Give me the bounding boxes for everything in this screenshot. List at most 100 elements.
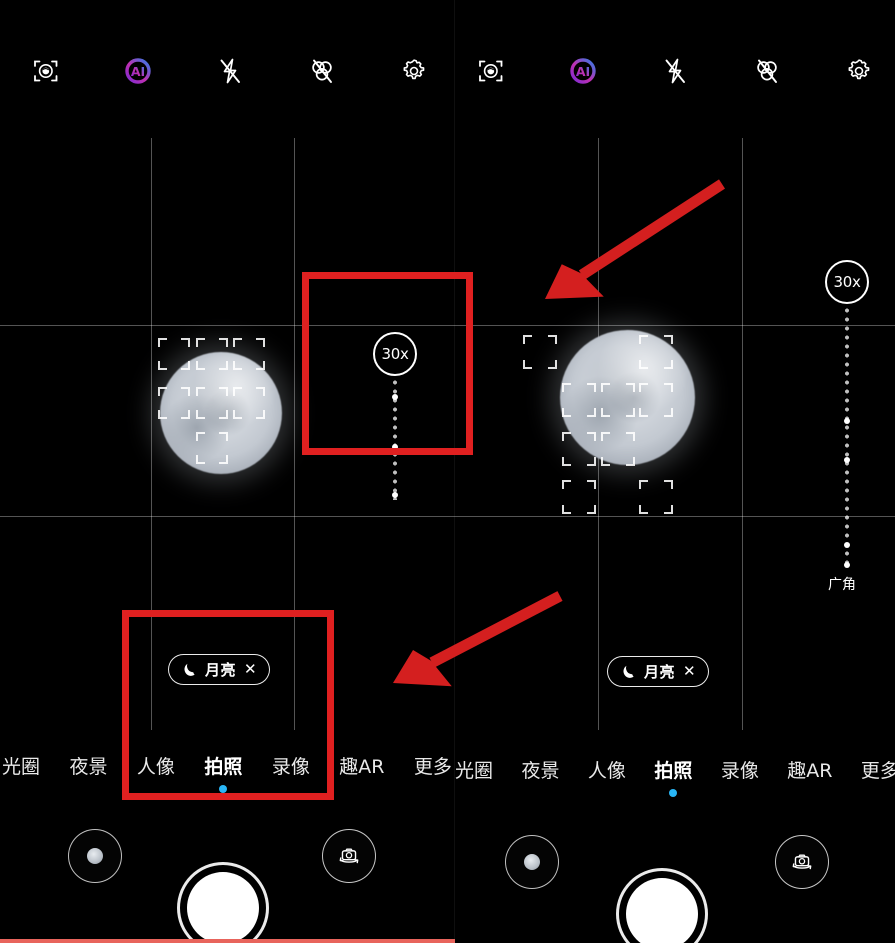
focus-bracket (601, 432, 635, 466)
focus-bracket (196, 387, 228, 419)
mode-tab-2[interactable]: 人像 (586, 756, 628, 783)
zoom-level-value: 30x (833, 273, 861, 291)
focus-bracket (562, 480, 596, 514)
focus-bracket (562, 432, 596, 466)
mode-tab-5[interactable]: 趣AR (337, 752, 386, 779)
active-mode-dot (219, 785, 228, 793)
focus-bracket (639, 335, 673, 369)
zoom-level-bubble[interactable]: 30x (373, 332, 417, 376)
zoom-tick (392, 444, 398, 450)
mode-tab-0[interactable]: 光圈 (0, 752, 42, 779)
active-mode-dot (669, 789, 678, 797)
shutter-core (626, 878, 698, 943)
mode-tab-6[interactable]: 更多 (412, 752, 454, 779)
zoom-tick (844, 418, 850, 424)
zoom-level-value: 30x (381, 345, 409, 363)
mode-label: 夜景 (69, 756, 108, 778)
bottom-red-strip (0, 939, 455, 943)
settings-button[interactable] (813, 48, 895, 94)
smart-capture-icon (34, 60, 58, 82)
flash-off-icon (220, 58, 240, 84)
camera-toolbar-right: AI (455, 48, 895, 94)
gallery-thumbnail-button[interactable] (68, 829, 122, 883)
mode-label: 光圈 (2, 756, 41, 778)
ai-toggle-button[interactable]: AI (92, 48, 184, 94)
panel-divider (454, 0, 455, 943)
ai-icon: AI (125, 58, 151, 84)
close-icon[interactable]: ✕ (683, 664, 696, 679)
settings-button[interactable] (368, 48, 455, 94)
mode-tab-0[interactable]: 光圈 (455, 756, 495, 783)
mode-tab-3[interactable]: 拍照 (202, 752, 244, 793)
gear-icon (848, 59, 870, 80)
grid-line-vertical-2 (742, 138, 743, 730)
filter-off-icon (757, 59, 777, 83)
mode-tab-2[interactable]: 人像 (135, 752, 177, 779)
mode-tab-1[interactable]: 夜景 (519, 756, 561, 783)
smart-capture-icon (479, 60, 503, 82)
mode-label: 趣AR (339, 756, 385, 778)
flip-camera-icon (339, 848, 359, 864)
grid-line-horizontal-1 (455, 325, 895, 326)
close-icon[interactable]: ✕ (244, 662, 257, 677)
scene-pill-label: 月亮 (644, 663, 676, 681)
focus-bracket (196, 432, 228, 464)
svg-text:AI: AI (131, 64, 145, 79)
mode-tab-4[interactable]: 录像 (270, 752, 312, 779)
mode-tab-1[interactable]: 夜景 (67, 752, 109, 779)
screenshot-canvas: AI 30x 月亮 ✕ 光圈 夜景 人像 拍照 录像 趣AR 更多 AI 30x… (0, 0, 895, 943)
shutter-core (187, 872, 259, 943)
camera-toolbar-left: AI (0, 48, 455, 94)
scene-pill-moon[interactable]: 月亮 ✕ (168, 654, 270, 685)
gear-icon (403, 59, 425, 80)
grid-line-horizontal-1 (0, 325, 455, 326)
mode-label: 拍照 (204, 756, 243, 778)
smart-capture-button[interactable] (0, 48, 92, 94)
zoom-tick (844, 457, 850, 463)
mode-label: 更多 (860, 760, 895, 782)
flip-camera-button[interactable] (775, 835, 829, 889)
mode-strip-left[interactable]: 光圈 夜景 人像 拍照 录像 趣AR 更多 (0, 752, 455, 793)
mode-label: 拍照 (654, 760, 693, 782)
focus-bracket (601, 383, 635, 417)
mode-tab-6[interactable]: 更多 (859, 756, 895, 783)
moon-icon (184, 663, 195, 676)
flash-off-button[interactable] (184, 48, 276, 94)
zoom-wide-label[interactable]: 广角 (828, 574, 856, 594)
grid-line-horizontal-2 (455, 516, 895, 517)
mode-label: 光圈 (455, 760, 494, 782)
zoom-level-bubble[interactable]: 30x (825, 260, 869, 304)
scene-pill-moon[interactable]: 月亮 ✕ (607, 656, 709, 687)
focus-bracket (639, 480, 673, 514)
mode-tab-3[interactable]: 拍照 (652, 756, 694, 797)
mode-label: 人像 (587, 760, 626, 782)
mode-tab-4[interactable]: 录像 (719, 756, 761, 783)
gallery-thumbnail-image (87, 848, 103, 864)
shutter-button[interactable] (616, 868, 708, 943)
flip-camera-button[interactable] (322, 829, 376, 883)
focus-bracket (233, 387, 265, 419)
ai-toggle-button[interactable]: AI (537, 48, 629, 94)
filter-off-button[interactable] (721, 48, 813, 94)
focus-bracket (158, 387, 190, 419)
mode-tab-5[interactable]: 趣AR (785, 756, 834, 783)
flip-camera-icon (792, 854, 812, 870)
smart-capture-button[interactable] (455, 48, 537, 94)
shutter-button[interactable] (177, 862, 269, 943)
zoom-tick (392, 394, 398, 400)
flash-off-button[interactable] (629, 48, 721, 94)
grid-line-vertical-2 (294, 138, 295, 730)
grid-line-horizontal-2 (0, 516, 455, 517)
zoom-track[interactable] (845, 306, 849, 564)
focus-bracket (523, 335, 557, 369)
zoom-tick (392, 492, 398, 498)
filter-off-button[interactable] (276, 48, 368, 94)
mode-label: 夜景 (521, 760, 560, 782)
gallery-thumbnail-button[interactable] (505, 835, 559, 889)
zoom-tick (844, 542, 850, 548)
svg-text:AI: AI (576, 64, 590, 79)
scene-pill-label: 月亮 (205, 661, 237, 679)
zoom-tick (844, 562, 850, 568)
mode-label: 录像 (720, 760, 759, 782)
mode-strip-right[interactable]: 光圈 夜景 人像 拍照 录像 趣AR 更多 (455, 756, 895, 797)
